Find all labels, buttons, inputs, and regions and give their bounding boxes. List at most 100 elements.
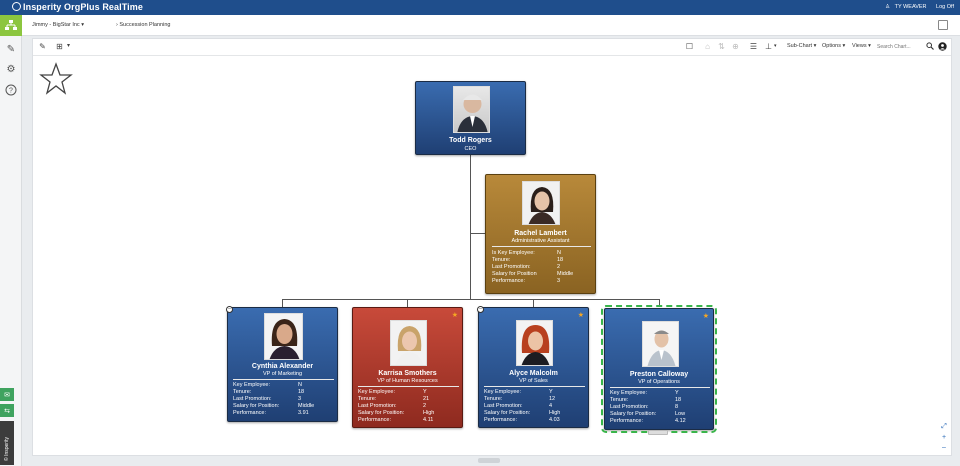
options-label: Options: [822, 43, 841, 49]
field-label: Tenure:: [358, 396, 377, 402]
chevron-down-icon[interactable]: ▾: [64, 42, 73, 51]
avatar: [264, 313, 303, 360]
rail-brand-text: © Insperity: [4, 437, 10, 461]
org-card-assistant[interactable]: Rachel Lambert Administrative Assistant …: [485, 174, 596, 294]
breadcrumb-chart[interactable]: › Succession Planning: [116, 22, 170, 28]
field-value: 4.11: [423, 417, 434, 423]
card-fields: Key Employee: N Tenure: 18 Last Promotion:…: [233, 382, 314, 417]
org-card-report-selected[interactable]: ★ Preston Calloway VP of Operations Key …: [601, 305, 717, 433]
field-label: Is Key Employee:: [492, 250, 535, 256]
connector-line: [282, 299, 660, 300]
card-divider: [610, 387, 710, 388]
card-title: VP of Sales: [519, 378, 548, 384]
chart-toolbar: ✎ ⊞ ▾ ☐ ⌂ ⇅ ⊕ ☰ ⊥ ▾ Sub-Chart ▾ Options …: [33, 39, 951, 56]
connector-line: [471, 233, 485, 234]
field-label: Salary for Position:: [484, 410, 531, 416]
org-card-report[interactable]: ★ Karrisa Smothers VP of Human Resources…: [352, 307, 463, 428]
favorite-star-icon[interactable]: [39, 62, 73, 96]
field-value: High: [549, 410, 561, 416]
add-circle-icon[interactable]: ⊕: [731, 42, 740, 51]
breadcrumb-chart-label: Succession Planning: [119, 22, 171, 28]
zoom-out-icon[interactable]: –: [940, 444, 948, 451]
logoff-link[interactable]: Log Off: [936, 4, 954, 10]
field-value: Middle: [298, 403, 315, 409]
zoom-in-icon[interactable]: +: [940, 434, 948, 441]
hierarchy-icon[interactable]: ⊥: [764, 42, 773, 51]
field-label: Tenure:: [492, 257, 511, 263]
subchart-menu[interactable]: Sub-Chart ▾: [787, 43, 816, 49]
connector-line: [659, 299, 660, 307]
views-menu[interactable]: Views ▾: [852, 43, 871, 49]
connector-line: [407, 299, 408, 307]
share-icon[interactable]: ⇆: [0, 404, 14, 417]
left-rail: ✎ ⚙ ? ✉ ⇆ © Insperity: [0, 15, 22, 466]
pencil-icon[interactable]: ✎: [38, 42, 47, 51]
card-divider: [484, 386, 585, 387]
collapse-icon[interactable]: –: [477, 306, 484, 313]
field-label: Performance:: [610, 418, 644, 424]
card-divider: [233, 379, 334, 380]
field-value: High: [423, 410, 435, 416]
chevron-down-icon[interactable]: ▾: [774, 43, 777, 49]
panel-resize-handle[interactable]: [478, 458, 500, 463]
brand-logo-icon: [12, 2, 21, 11]
card-title: VP of Operations: [638, 379, 680, 385]
views-label: Views: [852, 43, 867, 49]
field-value: 4.03: [549, 417, 560, 423]
field-value: Low: [675, 411, 686, 417]
expand-handle[interactable]: [648, 430, 668, 435]
collapse-icon[interactable]: –: [226, 306, 233, 313]
field-value: 18: [557, 257, 564, 263]
edit-icon[interactable]: ✎: [4, 42, 18, 56]
chart-view-icon[interactable]: [938, 20, 948, 30]
home-icon[interactable]: ⌂: [703, 42, 712, 51]
help-icon[interactable]: ?: [4, 83, 18, 97]
rail-brand: © Insperity: [0, 421, 14, 465]
breadcrumb: Jimmy - BigStar Inc ▾ › Succession Plann…: [22, 15, 960, 36]
card-title: VP of Human Resources: [377, 378, 438, 384]
org-card-report[interactable]: – ★ Alyce Malcolm VP of Sales Key Employ…: [477, 306, 589, 428]
field-label: Performance:: [492, 278, 526, 284]
card-fields: Key Employee: Y Tenure: 21 Last Promotion:…: [358, 389, 434, 424]
options-menu[interactable]: Options ▾: [822, 43, 845, 49]
field-row: Tenure: 18: [233, 389, 314, 396]
feedback-icon[interactable]: ✉: [0, 388, 14, 401]
field-value: Y: [675, 390, 679, 396]
card-divider: [492, 246, 591, 247]
field-value: Y: [549, 389, 553, 395]
field-label: Key Employee:: [358, 389, 395, 395]
search-input[interactable]: [877, 42, 925, 52]
breadcrumb-org[interactable]: Jimmy - BigStar Inc ▾: [32, 22, 84, 28]
field-value: N: [557, 250, 561, 256]
select-box-icon[interactable]: ☐: [685, 42, 694, 51]
add-box-icon[interactable]: ⊞: [55, 42, 64, 51]
avatar: [453, 86, 490, 133]
star-icon: ★: [577, 312, 584, 319]
field-row: Salary for Position: High: [358, 410, 434, 417]
card-name: Karrisa Smothers: [378, 370, 437, 377]
org-card-ceo[interactable]: Todd Rogers CEO: [415, 81, 526, 155]
field-row: Tenure: 12: [484, 396, 560, 403]
org-card-report[interactable]: – Cynthia Alexander VP of Marketing Key …: [226, 306, 338, 422]
field-row: Tenure: 21: [358, 396, 434, 403]
user-icon: ♙: [885, 4, 891, 10]
field-value: 2: [557, 264, 561, 270]
breadcrumb-org-label: Jimmy - BigStar Inc: [32, 22, 80, 28]
user-name[interactable]: TY WEAVER: [895, 4, 927, 10]
rail-orgchart-button[interactable]: [0, 15, 22, 36]
card-name: Rachel Lambert: [514, 230, 567, 237]
fit-screen-icon[interactable]: ⤢: [940, 423, 948, 431]
connector-line: [470, 155, 471, 300]
field-row: Last Promotion: 2: [358, 403, 434, 410]
field-row: Performance: 3.91: [233, 410, 314, 417]
card-name: Cynthia Alexander: [251, 363, 314, 370]
move-icon[interactable]: ⇅: [717, 42, 726, 51]
field-value: 21: [423, 396, 430, 402]
list-icon[interactable]: ☰: [749, 42, 758, 51]
field-row: Performance: 4.03: [484, 417, 560, 424]
card-name: Preston Calloway: [629, 371, 689, 378]
search-icon[interactable]: [925, 42, 934, 51]
field-label: Last Promotion:: [484, 403, 523, 409]
settings-icon[interactable]: ⚙: [4, 62, 18, 76]
account-icon[interactable]: [938, 42, 947, 51]
